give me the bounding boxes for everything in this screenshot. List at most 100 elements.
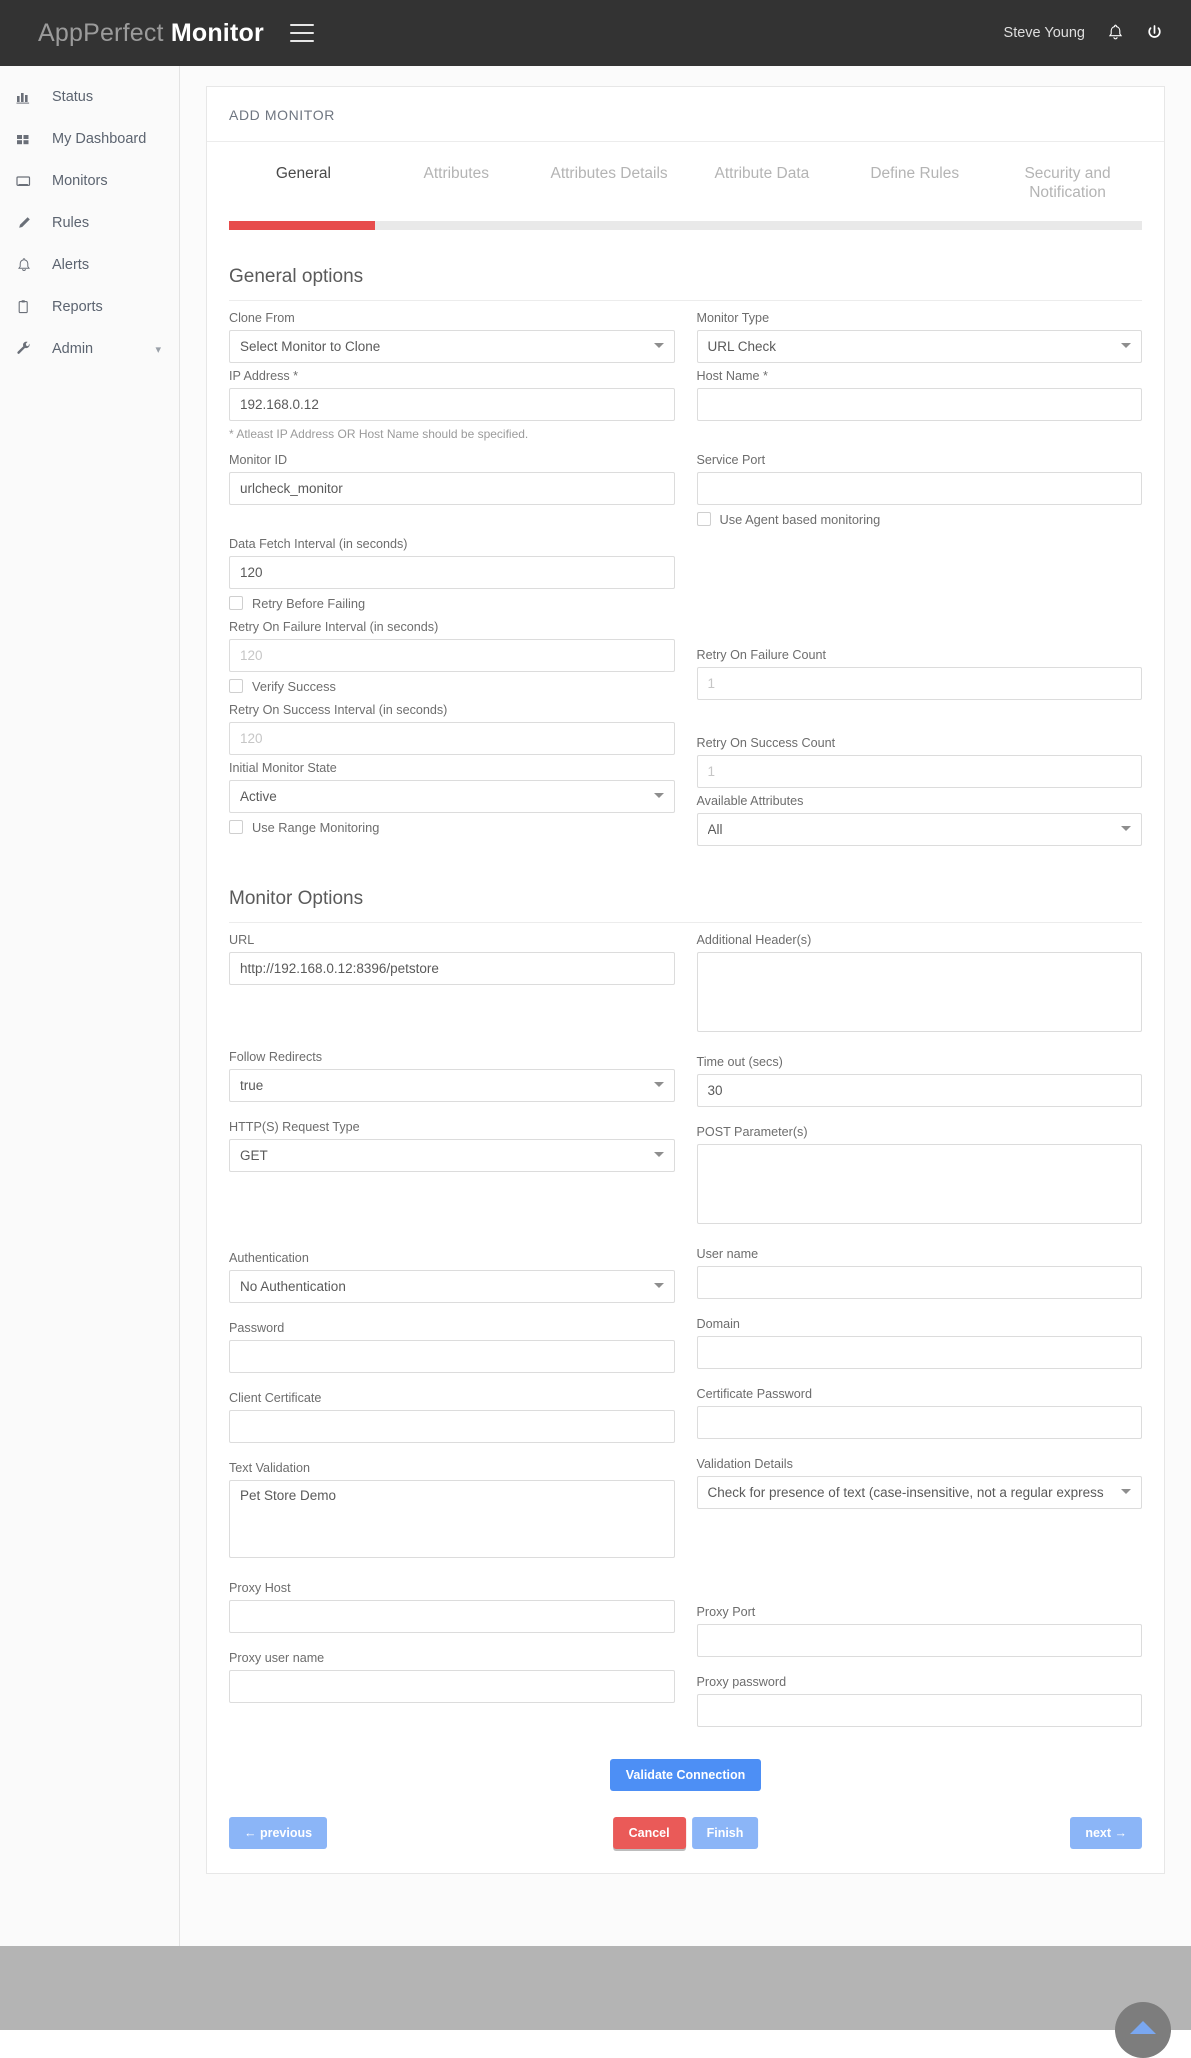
timeout-input[interactable] bbox=[696, 1073, 1142, 1107]
monitor-type-select[interactable]: URL Check bbox=[696, 329, 1142, 363]
sidebar-item-label: Status bbox=[52, 89, 94, 105]
authentication-field: Authentication No Authentication bbox=[229, 1251, 675, 1303]
service-port-input[interactable] bbox=[696, 471, 1142, 505]
user-name-input[interactable] bbox=[696, 1265, 1142, 1299]
post-parameters-textarea[interactable] bbox=[696, 1143, 1142, 1224]
next-button[interactable]: next → bbox=[1070, 1816, 1142, 1849]
tab-security-and-notification[interactable]: Security and Notification bbox=[991, 164, 1144, 221]
certificate-password-input[interactable] bbox=[696, 1405, 1142, 1439]
client-certificate-label: Client Certificate bbox=[229, 1390, 322, 1405]
url-input[interactable] bbox=[229, 951, 675, 985]
topbar-right-group: Steve Young bbox=[1004, 24, 1163, 42]
monitor-id-field: Monitor ID bbox=[229, 453, 675, 505]
sidebar-item-label: My Dashboard bbox=[52, 131, 147, 147]
use-agent-checkbox[interactable] bbox=[696, 512, 711, 527]
service-port-label: Service Port bbox=[696, 452, 766, 467]
sidebar-item-rules[interactable]: Rules bbox=[0, 202, 179, 244]
clipboard-icon bbox=[16, 299, 42, 315]
proxy-user-name-field: Proxy user name bbox=[229, 1651, 675, 1703]
sidebar-item-status[interactable]: Status bbox=[0, 76, 179, 118]
sidebar-item-monitors[interactable]: Monitors bbox=[0, 160, 179, 202]
validation-details-select[interactable]: Check for presence of text (case-insensi… bbox=[696, 1475, 1142, 1509]
retry-success-count-input[interactable] bbox=[696, 754, 1142, 788]
sidebar-item-admin[interactable]: Admin ▾ bbox=[0, 328, 179, 370]
footer-strip bbox=[0, 1946, 1191, 2058]
tab-general[interactable]: General bbox=[227, 164, 380, 221]
text-validation-label: Text Validation bbox=[229, 1460, 310, 1475]
proxy-port-input[interactable] bbox=[696, 1623, 1142, 1657]
tab-attributes[interactable]: Attributes bbox=[380, 164, 533, 221]
service-port-field: Service Port bbox=[696, 452, 1142, 505]
retry-failure-count-input[interactable] bbox=[696, 666, 1142, 700]
use-agent-row: Use Agent based monitoring bbox=[696, 512, 1143, 527]
host-name-input[interactable] bbox=[696, 387, 1142, 421]
validate-connection-button[interactable]: Validate Connection bbox=[609, 1758, 762, 1791]
sidebar-item-label: Monitors bbox=[52, 173, 108, 189]
initial-monitor-state-field: Initial Monitor State Active bbox=[229, 761, 675, 813]
scroll-to-top-button[interactable] bbox=[1115, 2002, 1171, 2058]
retry-success-count-field: Retry On Success Count bbox=[696, 736, 1142, 788]
power-icon[interactable] bbox=[1146, 24, 1163, 42]
validation-details-field: Validation Details Check for presence of… bbox=[696, 1457, 1142, 1509]
monitor-id-input[interactable] bbox=[229, 471, 675, 505]
password-label: Password bbox=[229, 1320, 285, 1335]
retry-success-interval-input[interactable] bbox=[229, 721, 675, 755]
previous-button[interactable]: ← previous bbox=[229, 1816, 328, 1849]
retry-failure-interval-input[interactable] bbox=[229, 638, 675, 672]
additional-headers-textarea[interactable] bbox=[696, 951, 1142, 1032]
url-label: URL bbox=[229, 932, 255, 947]
sidebar-item-my-dashboard[interactable]: My Dashboard bbox=[0, 118, 179, 160]
wizard-progress bbox=[229, 220, 1142, 230]
request-type-label: HTTP(S) Request Type bbox=[229, 1119, 360, 1134]
sidebar-item-label: Rules bbox=[52, 215, 90, 231]
monitor-type-field: Monitor Type URL Check bbox=[696, 311, 1142, 363]
password-input[interactable] bbox=[229, 1339, 675, 1373]
chevron-down-icon: ▾ bbox=[155, 343, 161, 356]
data-fetch-interval-input[interactable] bbox=[229, 555, 675, 589]
sidebar-item-reports[interactable]: Reports bbox=[0, 286, 179, 328]
request-type-select[interactable]: GET bbox=[229, 1138, 675, 1172]
sidebar-item-alerts[interactable]: Alerts bbox=[0, 244, 179, 286]
text-validation-textarea[interactable]: Pet Store Demo bbox=[229, 1479, 675, 1558]
wizard-nav-buttons: ← previous Cancel Finish next → bbox=[229, 1816, 1142, 1849]
retry-success-interval-label: Retry On Success Interval (in seconds) bbox=[229, 702, 448, 717]
use-range-monitoring-checkbox[interactable] bbox=[229, 820, 243, 835]
ip-address-input[interactable] bbox=[229, 387, 675, 421]
app-brand: AppPerfect Monitor bbox=[38, 19, 264, 48]
sidebar-item-label: Admin bbox=[52, 341, 94, 357]
certificate-password-field: Certificate Password bbox=[696, 1387, 1142, 1439]
top-navbar: AppPerfect Monitor Steve Young bbox=[0, 0, 1191, 66]
proxy-user-name-input[interactable] bbox=[229, 1669, 675, 1703]
follow-redirects-select[interactable]: true bbox=[229, 1068, 675, 1102]
monitor-options-title: Monitor Options bbox=[229, 888, 1142, 923]
client-certificate-input[interactable] bbox=[229, 1409, 675, 1443]
hamburger-icon[interactable] bbox=[289, 24, 314, 42]
proxy-host-input[interactable] bbox=[229, 1599, 675, 1633]
verify-success-row: Verify Success bbox=[229, 679, 675, 694]
initial-monitor-state-label: Initial Monitor State bbox=[229, 760, 337, 775]
url-field: URL bbox=[229, 933, 675, 985]
domain-input[interactable] bbox=[696, 1335, 1142, 1369]
retry-before-failing-checkbox[interactable] bbox=[229, 596, 243, 611]
proxy-password-input[interactable] bbox=[696, 1693, 1142, 1727]
tab-attribute-data[interactable]: Attribute Data bbox=[685, 164, 838, 221]
monitor-icon bbox=[16, 173, 42, 189]
host-name-label: Host Name * bbox=[696, 368, 768, 383]
additional-headers-field: Additional Header(s) bbox=[696, 933, 1142, 1037]
initial-monitor-state-select[interactable]: Active bbox=[229, 779, 675, 813]
tab-define-rules[interactable]: Define Rules bbox=[838, 164, 991, 221]
ip-address-field: IP Address * bbox=[229, 369, 675, 421]
retry-before-failing-label: Retry Before Failing bbox=[252, 595, 366, 611]
finish-button[interactable]: Finish bbox=[691, 1816, 759, 1849]
verify-success-label: Verify Success bbox=[252, 678, 336, 694]
verify-success-checkbox[interactable] bbox=[229, 679, 243, 694]
available-attributes-select[interactable]: All bbox=[696, 812, 1142, 846]
use-range-monitoring-row: Use Range Monitoring bbox=[229, 820, 675, 835]
bar-chart-icon bbox=[16, 89, 42, 105]
cancel-button[interactable]: Cancel bbox=[612, 1816, 686, 1849]
proxy-host-label: Proxy Host bbox=[229, 1580, 291, 1595]
bell-icon[interactable] bbox=[1107, 24, 1124, 42]
authentication-select[interactable]: No Authentication bbox=[229, 1269, 675, 1303]
tab-attributes-details[interactable]: Attributes Details bbox=[533, 164, 686, 221]
clone-from-select[interactable]: Select Monitor to Clone bbox=[229, 329, 675, 363]
